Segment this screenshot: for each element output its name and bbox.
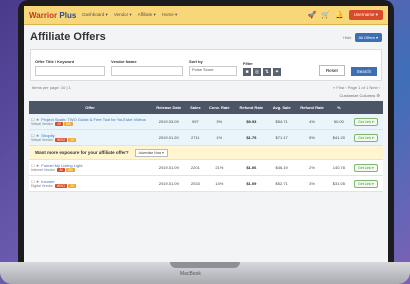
nav-vendor[interactable]: Vendor ▾ — [114, 12, 132, 18]
release-date: 2019.01.09 — [151, 175, 187, 192]
page-nav[interactable]: « First ‹ Page 1 of 1 Next › — [333, 85, 380, 90]
sales: 997 — [186, 114, 205, 130]
percent: $41.20 — [328, 129, 349, 146]
laptop-notch — [170, 262, 240, 268]
release-date: 2019.01.20 — [151, 129, 187, 146]
col-percent[interactable]: % — [328, 101, 349, 114]
offer-badge: SB — [66, 168, 75, 172]
customize-columns-link[interactable]: Customize Columns ⚙ — [24, 90, 388, 101]
get-link-button[interactable]: Get Link ▾ — [354, 117, 378, 126]
col-release-date[interactable]: Release Date — [151, 101, 187, 114]
filter-panel: Offer Title / Keyword Vendor Name Sort b… — [30, 49, 382, 81]
offers-table: Offer Release Date Sales Conv. Rate Refu… — [29, 101, 383, 192]
bell-icon[interactable]: 🔔 — [335, 11, 344, 19]
percent: 140.78 — [328, 159, 349, 176]
reset-button[interactable]: Reset — [318, 65, 345, 76]
vendor-filter-label: Vendor Name — [111, 59, 137, 64]
col-refund-rate[interactable]: Refund Rate — [234, 101, 269, 114]
col-actions — [348, 101, 383, 114]
offer-badge: WSO — [54, 138, 68, 142]
app-logo[interactable]: Warrior Plus — [29, 11, 76, 20]
laptop-base: MacBook — [0, 262, 410, 284]
vendor-name[interactable]: Internet Vendor — [31, 168, 55, 172]
offer-badge: JV — [56, 168, 66, 172]
items-per-page[interactable]: Items per page: 10 | 1 — [32, 85, 71, 90]
get-link-button[interactable]: Get Link ▾ — [354, 163, 378, 172]
release-date: 2019.01.09 — [151, 159, 187, 176]
promo-banner: Want more exposure for your affiliate of… — [29, 145, 383, 160]
filter-star-icon[interactable]: ✦ — [273, 68, 281, 76]
refund-rate: $9.93 — [234, 114, 269, 130]
col-avg-sale[interactable]: Avg. Sale — [268, 101, 296, 114]
title-filter-label: Offer Title / Keyword — [35, 59, 75, 64]
sales: 2201 — [186, 159, 205, 176]
nav-dashboard[interactable]: Dashboard ▾ — [82, 12, 108, 18]
offer-badge: WSO — [54, 184, 68, 188]
sort-select[interactable]: Pulse Score — [189, 66, 237, 76]
refund-rate: $1.09 — [234, 175, 269, 192]
filter-sort-icon[interactable]: ⇅ — [263, 68, 271, 76]
top-navbar: Warrior Plus Dashboard ▾ Vendor ▾ Affili… — [24, 6, 388, 25]
laptop-frame: Warrior Plus Dashboard ▾ Vendor ▾ Affili… — [18, 0, 394, 262]
title-filter-input[interactable] — [35, 66, 105, 76]
col-conv-rate[interactable]: Conv. Rate — [204, 101, 235, 114]
refund-rate: $1.79 — [234, 129, 269, 146]
table-row[interactable]: ☐ ★ Funnel My Listing Light Internet Vendo… — [29, 159, 383, 176]
refund-rate: $1.06 — [234, 159, 269, 176]
filter-square-icon[interactable]: ■ — [243, 68, 251, 76]
nav-affiliate[interactable]: Affiliate ▾ — [138, 12, 156, 18]
sort-label: Sort by — [189, 59, 203, 64]
col-offer[interactable]: Offer — [29, 101, 151, 114]
filter-label: Filter — [243, 61, 253, 66]
avg-sale: $46.19 — [268, 159, 296, 176]
page-title: Affiliate Offers — [30, 31, 106, 43]
col-refund-rate-2[interactable]: Refund Rate — [295, 101, 329, 114]
conv-rate: 14% — [204, 175, 235, 192]
get-link-button[interactable]: Get Link ▾ — [354, 133, 378, 142]
table-row[interactable]: ☐ ★ Shopify Virtual Vendor WSO JV 2019.01.2… — [29, 129, 383, 146]
all-offers-button[interactable]: All Offers ▾ — [354, 32, 382, 42]
vendor-name[interactable]: Virtual Vendor — [31, 138, 53, 142]
user-menu-button[interactable]: Username ▾ — [348, 10, 383, 20]
col-sales[interactable]: Sales — [186, 101, 205, 114]
avg-sale: $54.71 — [268, 114, 296, 130]
offer-badge: JV — [54, 122, 64, 126]
sales: 2711 — [186, 129, 205, 146]
avg-sale: $52.71 — [268, 175, 296, 192]
conv-rate: 1% — [204, 129, 235, 146]
percent: $31.05 — [328, 175, 349, 192]
get-link-button[interactable]: Get Link ▾ — [354, 179, 378, 188]
vendor-name[interactable]: Virtual Vendor — [31, 122, 53, 126]
advertise-button[interactable]: Advertise Now ▾ — [134, 149, 168, 157]
refund-rate-2: 2% — [295, 159, 329, 176]
sales: 2033 — [186, 175, 205, 192]
filter-target-icon[interactable]: ◎ — [253, 68, 261, 76]
table-row[interactable]: ☐ ★ Project Spark: TWO Guide & Free Tool … — [29, 114, 383, 130]
conv-rate: 3% — [204, 114, 235, 130]
cart-icon[interactable]: 🛒 — [321, 11, 330, 19]
screen: Warrior Plus Dashboard ▾ Vendor ▾ Affili… — [24, 6, 388, 262]
percent: 50.00 — [328, 114, 349, 130]
conv-rate: 21% — [204, 159, 235, 176]
table-row[interactable]: ☐ ★ Income Digital Vendor WSO JV 2019.01.09… — [29, 175, 383, 192]
rocket-icon[interactable]: 🚀 — [308, 11, 317, 19]
offer-badge: SB — [64, 122, 73, 126]
avg-sale: $71.17 — [268, 129, 296, 146]
hide-link[interactable]: Hide — [343, 35, 351, 40]
release-date: 2019.03.09 — [151, 114, 187, 130]
promo-text: Want more exposure for your affiliate of… — [35, 150, 129, 155]
search-button[interactable]: Search — [350, 67, 377, 76]
offer-badge: JV — [68, 184, 77, 188]
nav-home[interactable]: Home ▾ — [162, 12, 178, 18]
device-label: MacBook — [180, 271, 201, 277]
refund-rate-2: 3% — [295, 175, 329, 192]
vendor-filter-input[interactable] — [111, 66, 183, 76]
refund-rate-2: 4% — [295, 114, 329, 130]
offer-badge: JV — [68, 138, 77, 142]
refund-rate-2: 5% — [295, 129, 329, 146]
vendor-name[interactable]: Digital Vendor — [31, 184, 53, 188]
